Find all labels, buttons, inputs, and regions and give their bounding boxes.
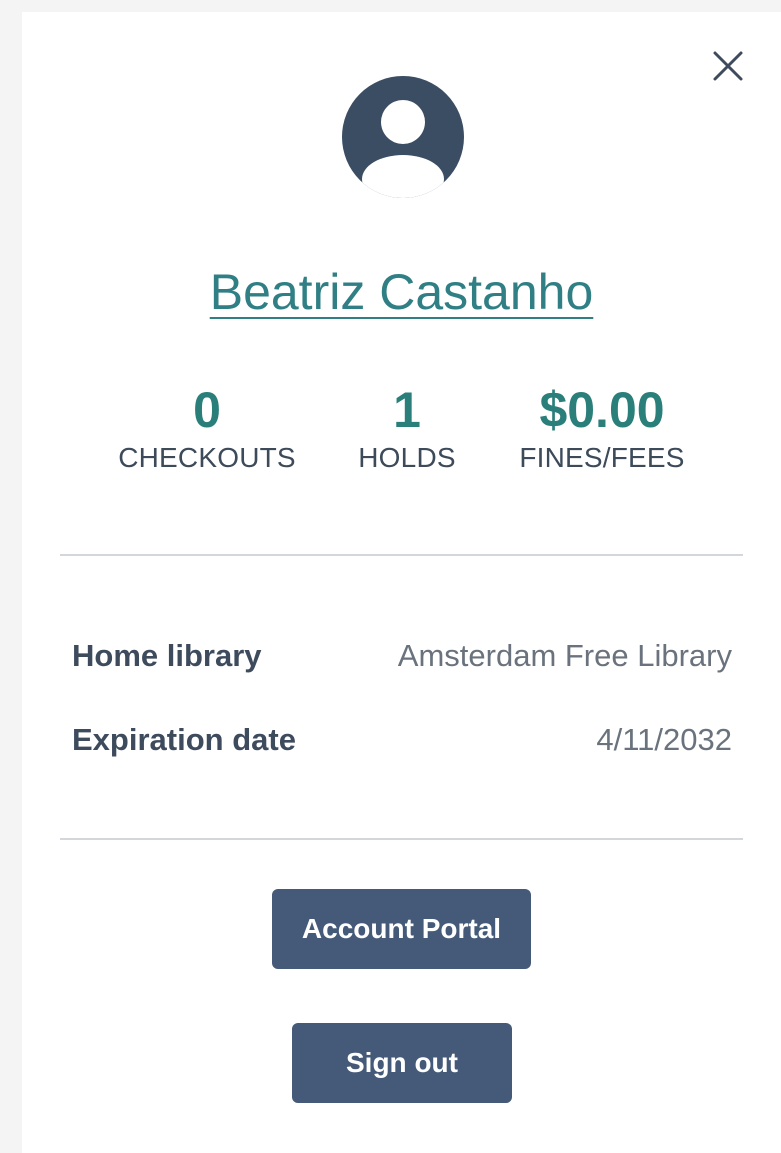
user-avatar-icon [342, 76, 464, 198]
account-panel: Beatriz Castanho 0 CHECKOUTS 1 HOLDS $0.… [22, 12, 781, 1153]
expiration-date-row: Expiration date 4/11/2032 [72, 718, 732, 762]
holds-stat[interactable]: 1 HOLDS [342, 380, 472, 476]
fines-stat[interactable]: $0.00 FINES/FEES [502, 380, 702, 476]
fines-label: FINES/FEES [519, 442, 685, 473]
holds-count: 1 [393, 382, 421, 438]
home-library-label: Home library [72, 638, 262, 673]
checkouts-label: CHECKOUTS [118, 442, 296, 473]
expiration-date-label: Expiration date [72, 722, 296, 757]
holds-label: HOLDS [358, 442, 456, 473]
home-library-value: Amsterdam Free Library [397, 638, 732, 673]
close-icon[interactable] [710, 48, 746, 84]
divider [60, 838, 743, 840]
fines-amount: $0.00 [539, 382, 665, 438]
sign-out-button[interactable]: Sign out [292, 1023, 512, 1103]
account-portal-button[interactable]: Account Portal [272, 889, 531, 969]
checkouts-count: 0 [193, 382, 221, 438]
divider [60, 554, 743, 556]
user-name-link[interactable]: Beatriz Castanho [22, 262, 781, 322]
expiration-date-value: 4/11/2032 [596, 722, 732, 757]
checkouts-stat[interactable]: 0 CHECKOUTS [102, 380, 312, 476]
home-library-row: Home library Amsterdam Free Library [72, 634, 732, 678]
